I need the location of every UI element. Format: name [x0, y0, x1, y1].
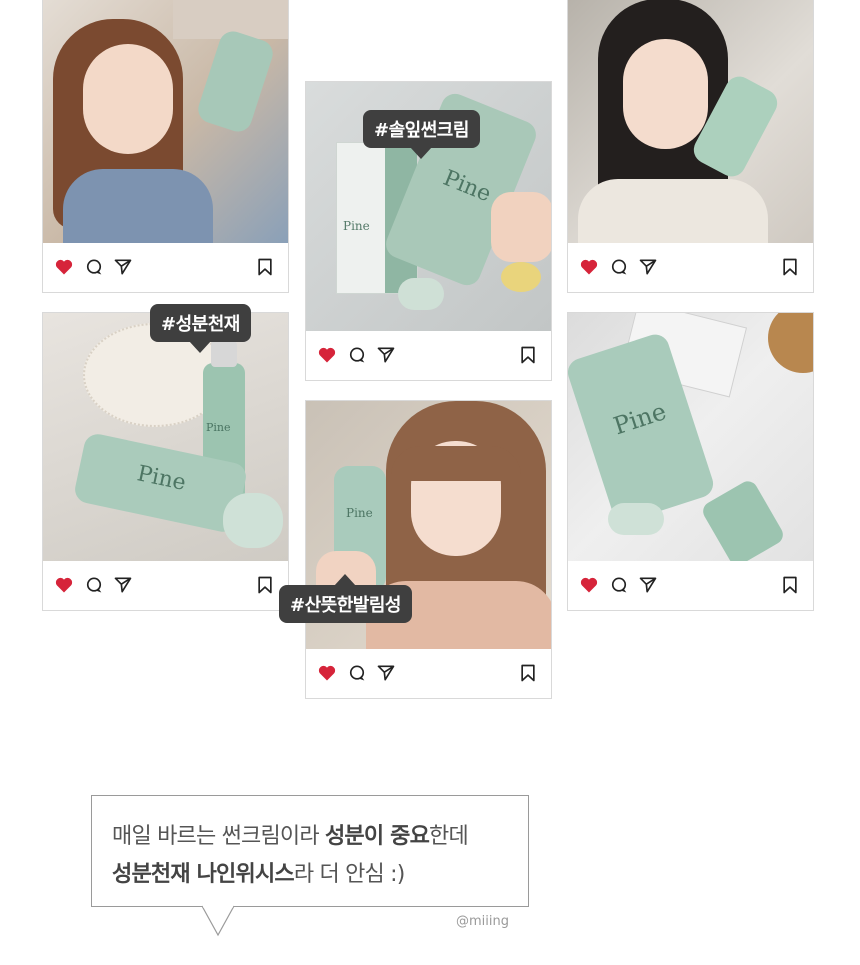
bookmark-icon[interactable] — [780, 575, 800, 595]
post-actions — [43, 242, 288, 292]
post-card-4: Pine Pine — [42, 312, 289, 611]
bookmark-icon[interactable] — [518, 345, 538, 365]
send-icon[interactable] — [376, 663, 396, 683]
heart-icon[interactable] — [317, 345, 337, 365]
comment-icon[interactable] — [84, 575, 104, 595]
review-caption-box: 매일 바르는 썬크림이라 성분이 중요한데 성분천재 나인위시스라 더 안심 :… — [91, 795, 529, 907]
bookmark-icon[interactable] — [780, 257, 800, 277]
post-actions — [568, 560, 813, 610]
send-icon[interactable] — [376, 345, 396, 365]
post-actions — [306, 648, 551, 698]
heart-icon[interactable] — [54, 257, 74, 277]
hashtag-sunscreen: #솔잎썬크림 — [363, 110, 480, 159]
comment-icon[interactable] — [609, 257, 629, 277]
bookmark-icon[interactable] — [255, 575, 275, 595]
post-card-1 — [42, 0, 289, 293]
send-icon[interactable] — [113, 257, 133, 277]
comment-icon[interactable] — [609, 575, 629, 595]
post-photo[interactable]: Pine Pine — [43, 313, 288, 561]
bookmark-icon[interactable] — [255, 257, 275, 277]
speech-tail — [201, 905, 235, 937]
hashtag-ingredients: #성분천재 — [150, 304, 251, 353]
product-name-text: Pine — [610, 397, 670, 441]
send-icon[interactable] — [113, 575, 133, 595]
heart-icon[interactable] — [579, 257, 599, 277]
caption-line-2: 성분천재 나인위시스라 더 안심 :) — [112, 862, 405, 887]
comment-icon[interactable] — [347, 663, 367, 683]
photo-credit: @miiing — [456, 914, 509, 929]
product-name-text: Pine — [343, 219, 370, 233]
comment-icon[interactable] — [347, 345, 367, 365]
comment-icon[interactable] — [84, 257, 104, 277]
post-card-5: Pine — [305, 400, 552, 699]
heart-icon[interactable] — [317, 663, 337, 683]
post-actions — [306, 330, 551, 380]
bookmark-icon[interactable] — [518, 663, 538, 683]
send-icon[interactable] — [638, 575, 658, 595]
post-photo[interactable] — [568, 0, 813, 243]
product-name-text: Pine — [134, 461, 189, 496]
send-icon[interactable] — [638, 257, 658, 277]
post-card-6: Pine — [567, 312, 814, 611]
post-actions — [43, 560, 288, 610]
post-photo[interactable]: Pine — [568, 313, 813, 561]
hashtag-finish: #산뜻한발림성 — [279, 574, 412, 623]
product-name-text: Pine — [346, 506, 373, 520]
product-name-text: Pine — [439, 165, 495, 208]
post-actions — [568, 242, 813, 292]
product-name-text: Pine — [206, 421, 231, 434]
heart-icon[interactable] — [579, 575, 599, 595]
caption-line-1: 매일 바르는 썬크림이라 성분이 중요한데 — [112, 824, 469, 849]
post-card-3 — [567, 0, 814, 293]
post-photo[interactable] — [43, 0, 288, 243]
heart-icon[interactable] — [54, 575, 74, 595]
